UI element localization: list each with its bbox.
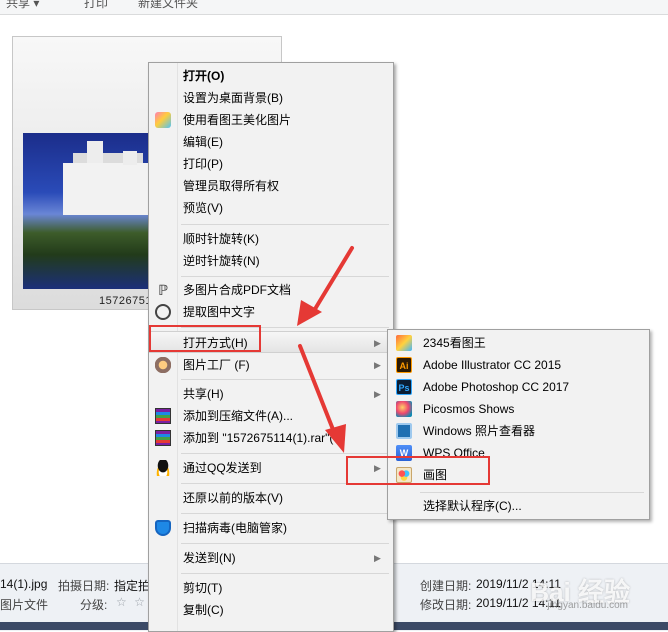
arrow-head-icon [325, 424, 346, 453]
annotation-arrows [297, 246, 354, 453]
